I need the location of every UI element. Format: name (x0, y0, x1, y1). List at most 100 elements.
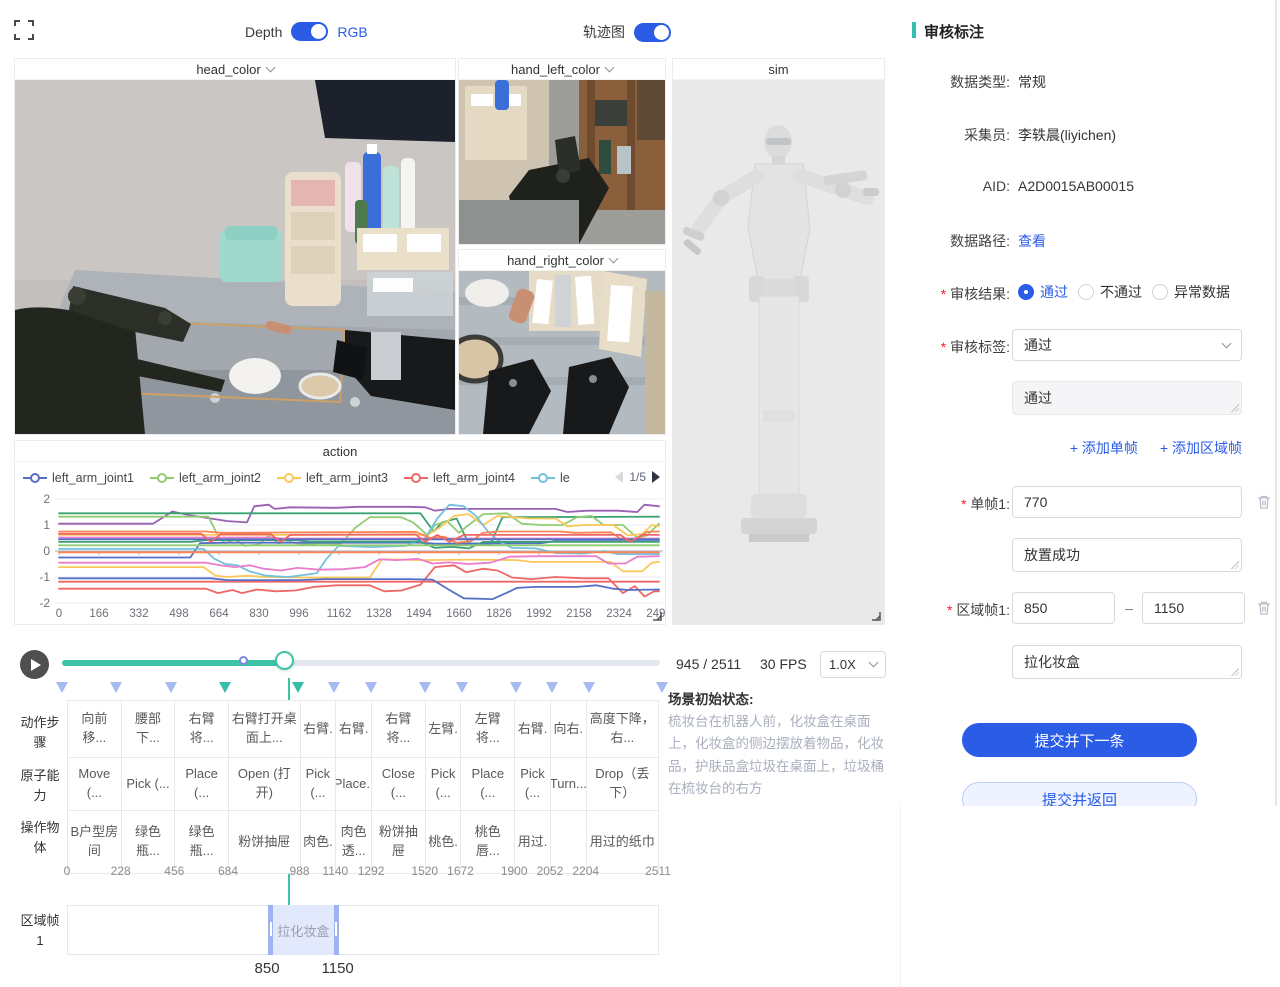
radio-option[interactable]: 异常数据 (1152, 282, 1230, 302)
step-cell[interactable]: 右臂. (336, 701, 372, 758)
region-range-box[interactable]: 拉化妆盒 (268, 905, 339, 955)
step-cell[interactable]: Place.. (336, 758, 372, 811)
radio-icon[interactable] (1018, 284, 1034, 300)
region-track[interactable]: 拉化妆盒 (67, 905, 659, 955)
legend-item[interactable]: left_arm_joint4 (404, 471, 515, 485)
legend-item[interactable]: left_arm_joint3 (277, 471, 388, 485)
radio-option[interactable]: 不通过 (1078, 282, 1142, 302)
radio-icon[interactable] (1078, 284, 1094, 300)
hand-right-camera-image (459, 271, 665, 434)
step-cell[interactable]: 向右. (551, 701, 587, 758)
timeline-marker[interactable] (110, 682, 122, 693)
timeline-marker[interactable] (328, 682, 340, 693)
step-cell[interactable]: Place (... (461, 758, 515, 811)
step-cell[interactable]: Pick (... (122, 758, 176, 811)
step-cell[interactable]: Pick (... (515, 758, 551, 811)
head-camera-image (15, 80, 455, 434)
step-cell[interactable]: 左臂将... (461, 701, 515, 758)
region-right-grip[interactable] (335, 922, 337, 936)
axis-label: 1520 (411, 864, 438, 878)
timeline-marker[interactable] (419, 682, 431, 693)
scrollbar-track[interactable] (1275, 0, 1277, 806)
review-tag-select[interactable]: 通过 (1012, 329, 1242, 361)
legend-item[interactable]: left_arm_joint1 (23, 471, 134, 485)
legend-item[interactable]: left_arm_joint2 (150, 471, 261, 485)
single-frame-input[interactable]: 770 (1012, 486, 1242, 518)
step-cell[interactable]: Pick (... (301, 758, 337, 811)
review-tag-note-textarea[interactable]: 通过 (1012, 381, 1242, 415)
trajectory-toggle[interactable] (634, 23, 671, 42)
depth-rgb-toggle[interactable] (291, 22, 328, 41)
region-left-grip[interactable] (270, 922, 272, 936)
step-cell[interactable]: Close (... (372, 758, 426, 811)
timeline-marker[interactable] (165, 682, 177, 693)
step-cell[interactable]: 右臂打开桌面上... (229, 701, 301, 758)
step-cell[interactable]: 右臂将... (175, 701, 229, 758)
legend-next-icon[interactable] (652, 471, 660, 483)
delete-region-frame-icon[interactable] (1256, 600, 1272, 616)
step-cell[interactable]: Drop（丢下） (587, 758, 659, 811)
timeline-marker[interactable] (656, 682, 668, 693)
hand-right-color-panel: hand_right_color (458, 249, 666, 435)
single-frame-value: 770 (1024, 494, 1047, 510)
x-axis-tick-label: 2324 (606, 608, 632, 620)
step-cell[interactable]: 右臂. (301, 701, 337, 758)
delete-single-frame-icon[interactable] (1256, 494, 1272, 510)
timeline-marker[interactable] (510, 682, 522, 693)
data-path-link[interactable]: 查看 (1018, 231, 1046, 251)
legend-prev-icon[interactable] (615, 471, 623, 483)
timeline-marker[interactable] (456, 682, 468, 693)
chart-series-line (59, 538, 659, 539)
resize-handle-icon[interactable] (870, 610, 881, 621)
region-note-textarea[interactable]: 拉化妆盒 (1012, 645, 1242, 679)
region-start-input[interactable]: 850 (1012, 592, 1115, 624)
timeline-marker[interactable] (546, 682, 558, 693)
y-axis-tick-label: -1 (39, 570, 50, 584)
timeline-marker[interactable] (56, 682, 68, 693)
x-axis-tick-label: 830 (249, 608, 268, 620)
step-cell[interactable]: Move (... (68, 758, 122, 811)
legend-item[interactable]: le (531, 471, 570, 485)
action-chart-plot: 210-1-2016633249866483099611621328149416… (15, 489, 666, 625)
hand-left-color-header[interactable]: hand_left_color (459, 59, 665, 80)
data-path-label: 数据路径: (905, 231, 1010, 251)
add-single-frame-link[interactable]: + 添加单帧 (1070, 438, 1138, 458)
region-end-input[interactable]: 1150 (1142, 592, 1245, 624)
radio-option[interactable]: 通过 (1018, 282, 1068, 302)
step-cell[interactable]: 左臂. (426, 701, 462, 758)
timeline-marker[interactable] (365, 682, 377, 693)
step-cell[interactable]: Open (打开) (229, 758, 301, 811)
hand-right-color-title: hand_right_color (507, 253, 604, 268)
resize-handle-icon[interactable] (651, 610, 662, 621)
timeline-marker[interactable] (292, 682, 304, 693)
legend-pagination: 1/5 (629, 470, 646, 484)
play-button[interactable] (20, 650, 49, 679)
step-cell[interactable]: 向前移... (68, 701, 122, 758)
frame-counter: 945 / 2511 (676, 656, 741, 672)
submit-next-button[interactable]: 提交并下一条 (962, 723, 1197, 757)
player-slider-handle[interactable] (275, 651, 294, 670)
axis-label: 456 (164, 864, 184, 878)
single-frame-label: 单帧1: (905, 494, 1010, 514)
step-cell[interactable]: 腰部下... (122, 701, 176, 758)
step-cell[interactable]: Place (... (175, 758, 229, 811)
legend-marker-icon (150, 473, 174, 483)
add-region-frame-link[interactable]: + 添加区域帧 (1160, 438, 1242, 458)
fullscreen-icon[interactable] (14, 20, 34, 40)
single-frame-marker-dot[interactable] (239, 656, 248, 665)
step-cell[interactable]: Pick (... (426, 758, 462, 811)
timeline-marker[interactable] (219, 682, 231, 693)
submit-return-button[interactable]: 提交并返回 (962, 782, 1197, 806)
step-cell[interactable]: 右臂将... (372, 701, 426, 758)
single-frame-note-textarea[interactable]: 放置成功 (1012, 538, 1242, 572)
step-cell[interactable]: 右臂. (515, 701, 551, 758)
head-color-header[interactable]: head_color (15, 59, 455, 80)
hand-right-color-header[interactable]: hand_right_color (459, 250, 665, 271)
axis-label: 1900 (501, 864, 528, 878)
step-cell[interactable]: Turn... (551, 758, 587, 811)
step-cell[interactable]: 高度下降，右... (587, 701, 659, 758)
timeline-marker[interactable] (583, 682, 595, 693)
speed-select[interactable]: 1.0X (820, 651, 886, 678)
radio-icon[interactable] (1152, 284, 1168, 300)
x-axis-tick-label: 0 (56, 608, 62, 620)
